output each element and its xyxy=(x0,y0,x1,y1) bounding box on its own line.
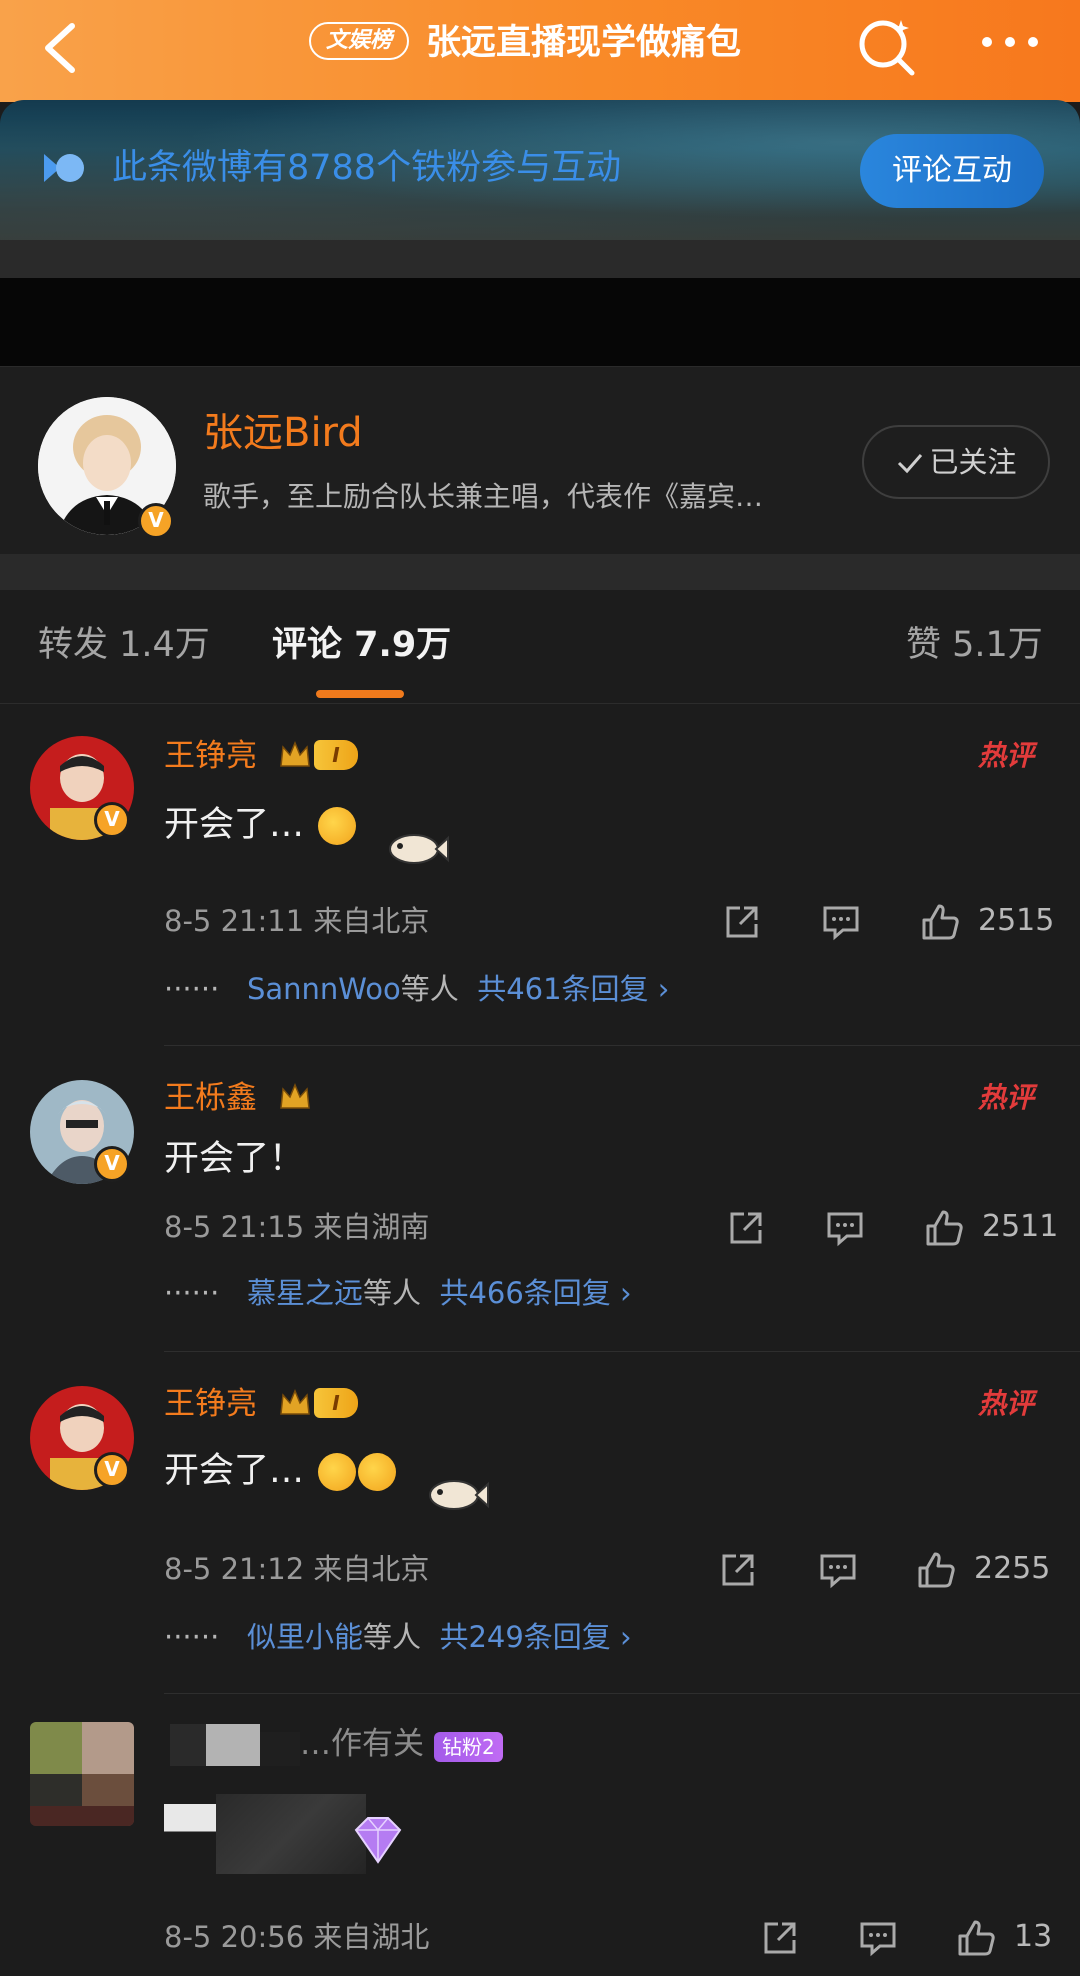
crown-icon xyxy=(280,1389,310,1415)
section-separator xyxy=(0,554,1080,590)
emoji-icon xyxy=(318,1453,356,1491)
interaction-tabs: 转发 1.4万 评论 7.9万 赞 5.1万 xyxy=(0,590,1080,704)
top-bar: 文娱榜 张远直播现学做痛包 xyxy=(0,0,1080,102)
hot-comment-badge: 热评 xyxy=(978,1387,1035,1420)
level-badge: I xyxy=(314,740,358,770)
comment-icon[interactable] xyxy=(825,1208,865,1248)
emoji-icon xyxy=(358,1453,396,1491)
reply-connector: 等人 xyxy=(400,972,459,1006)
verified-badge: V xyxy=(94,1452,130,1488)
verified-badge: V xyxy=(138,503,174,539)
reply-dots: ······ xyxy=(164,1276,220,1310)
comment-time-location: 8-5 21:12 来自北京 xyxy=(164,1552,430,1586)
level-badge: I xyxy=(314,1388,358,1418)
like-icon[interactable] xyxy=(916,1550,956,1590)
commenter-avatar[interactable] xyxy=(30,1722,134,1826)
like-icon[interactable] xyxy=(924,1208,964,1248)
reply-dots: ······ xyxy=(164,972,220,1006)
reply-total-link[interactable]: 共466条回复 › xyxy=(439,1276,631,1310)
iron-fan-icon xyxy=(44,154,84,182)
reply-summary[interactable]: ······ 似里小能等人 共249条回复 › xyxy=(164,1616,632,1658)
like-count: 2255 xyxy=(974,1551,1051,1586)
reply-total-link[interactable]: 共249条回复 › xyxy=(439,1620,631,1654)
hot-comment-badge: 热评 xyxy=(978,1081,1035,1114)
comment-text: 开会了… xyxy=(164,1451,305,1491)
comment-item: V 王栎鑫 开会了！ 8-5 21:15 来自湖南 2511 ······ 慕星… xyxy=(0,1046,1080,1352)
divider-band xyxy=(0,240,1080,278)
fan-interaction-text: 此条微博有8788个铁粉参与互动 xyxy=(112,148,622,188)
obscured-text xyxy=(164,1804,216,1850)
author-card[interactable]: V 张远Bird 歌手，至上励合队长兼主唱，代表作《嘉宾… 已关注 xyxy=(0,366,1080,554)
like-count: 2511 xyxy=(982,1209,1059,1244)
more-options-icon[interactable] xyxy=(975,20,1045,70)
like-count: 13 xyxy=(1014,1919,1053,1954)
comment-time-location: 8-5 21:15 来自湖南 xyxy=(164,1210,430,1244)
crown-icon xyxy=(280,1083,310,1109)
verified-badge: V xyxy=(94,802,130,838)
comment-icon[interactable] xyxy=(818,1550,858,1590)
comment-item: V 王铮亮 I 开会了… 8-5 21:11 来自北京 2515 ······ … xyxy=(0,704,1080,1046)
crown-icon xyxy=(280,741,310,767)
diamond-gem-icon xyxy=(354,1817,402,1864)
tab-repost[interactable]: 转发 1.4万 xyxy=(38,620,210,670)
comment-time-location: 8-5 21:11 来自北京 xyxy=(164,904,430,938)
follow-label: 已关注 xyxy=(929,445,1017,479)
author-description: 歌手，至上励合队长兼主唱，代表作《嘉宾… xyxy=(203,480,764,513)
tab-like[interactable]: 赞 5.1万 xyxy=(906,620,1043,670)
like-count: 2515 xyxy=(978,903,1055,938)
media-strip xyxy=(0,278,1080,618)
obscured-name xyxy=(260,1732,300,1766)
share-icon[interactable] xyxy=(760,1918,800,1958)
share-icon[interactable] xyxy=(726,1208,766,1248)
comment-item: V 王铮亮 I 开会了… 8-5 21:12 来自北京 2255 ······ … xyxy=(0,1352,1080,1694)
fan-interaction-banner: 此条微博有8788个铁粉参与互动 评论互动 xyxy=(0,100,1080,240)
comment-icon[interactable] xyxy=(858,1918,898,1958)
reply-users[interactable]: 慕星之远 xyxy=(247,1276,363,1310)
tab-comment[interactable]: 评论 7.9万 xyxy=(272,620,451,670)
share-icon[interactable] xyxy=(722,902,762,942)
comment-item: …作有关 钻粉2 8-5 20:56 来自湖北 13 xyxy=(0,1694,1080,1976)
author-name[interactable]: 张远Bird xyxy=(203,407,363,459)
follow-button[interactable]: 已关注 xyxy=(862,425,1050,499)
back-arrow-icon[interactable] xyxy=(34,18,94,78)
commenter-name[interactable]: 王栎鑫 xyxy=(164,1076,257,1120)
reply-users[interactable]: SannnWoo xyxy=(247,972,401,1006)
like-icon[interactable] xyxy=(920,902,960,942)
check-icon xyxy=(898,454,923,474)
like-icon[interactable] xyxy=(956,1918,996,1958)
reply-summary[interactable]: ······ SannnWoo等人 共461条回复 › xyxy=(164,968,669,1010)
reply-connector: 等人 xyxy=(362,1276,421,1310)
commenter-name[interactable]: 王铮亮 xyxy=(164,1382,257,1426)
active-tab-indicator xyxy=(316,690,404,698)
reply-summary[interactable]: ······ 慕星之远等人 共466条回复 › xyxy=(164,1272,632,1314)
comment-interact-button[interactable]: 评论互动 xyxy=(860,134,1044,208)
comment-time-location: 8-5 20:56 来自湖北 xyxy=(164,1920,430,1954)
verified-badge: V xyxy=(94,1146,130,1182)
reply-connector: 等人 xyxy=(362,1620,421,1654)
commenter-name[interactable]: 王铮亮 xyxy=(164,734,257,778)
page-title: 张远直播现学做痛包 xyxy=(426,23,742,63)
commenter-name-partial[interactable]: …作有关 xyxy=(300,1722,424,1766)
reply-users[interactable]: 似里小能 xyxy=(247,1620,363,1654)
emoji-icon xyxy=(318,807,356,845)
hot-comment-badge: 热评 xyxy=(978,739,1035,772)
reply-total-link[interactable]: 共461条回复 › xyxy=(477,972,669,1006)
hot-list-badge[interactable]: 文娱榜 xyxy=(309,22,409,60)
share-icon[interactable] xyxy=(718,1550,758,1590)
fish-sticker-icon xyxy=(389,834,449,864)
comment-icon[interactable] xyxy=(821,902,861,942)
diamond-fan-badge: 钻粉2 xyxy=(434,1732,503,1762)
fish-sticker-icon xyxy=(429,1480,489,1510)
obscured-text xyxy=(216,1794,366,1874)
comment-text: 开会了… xyxy=(164,805,305,845)
comment-text: 开会了！ xyxy=(164,1139,305,1179)
obscured-name xyxy=(170,1724,260,1766)
reply-dots: ······ xyxy=(164,1620,220,1654)
search-icon[interactable] xyxy=(854,14,920,80)
